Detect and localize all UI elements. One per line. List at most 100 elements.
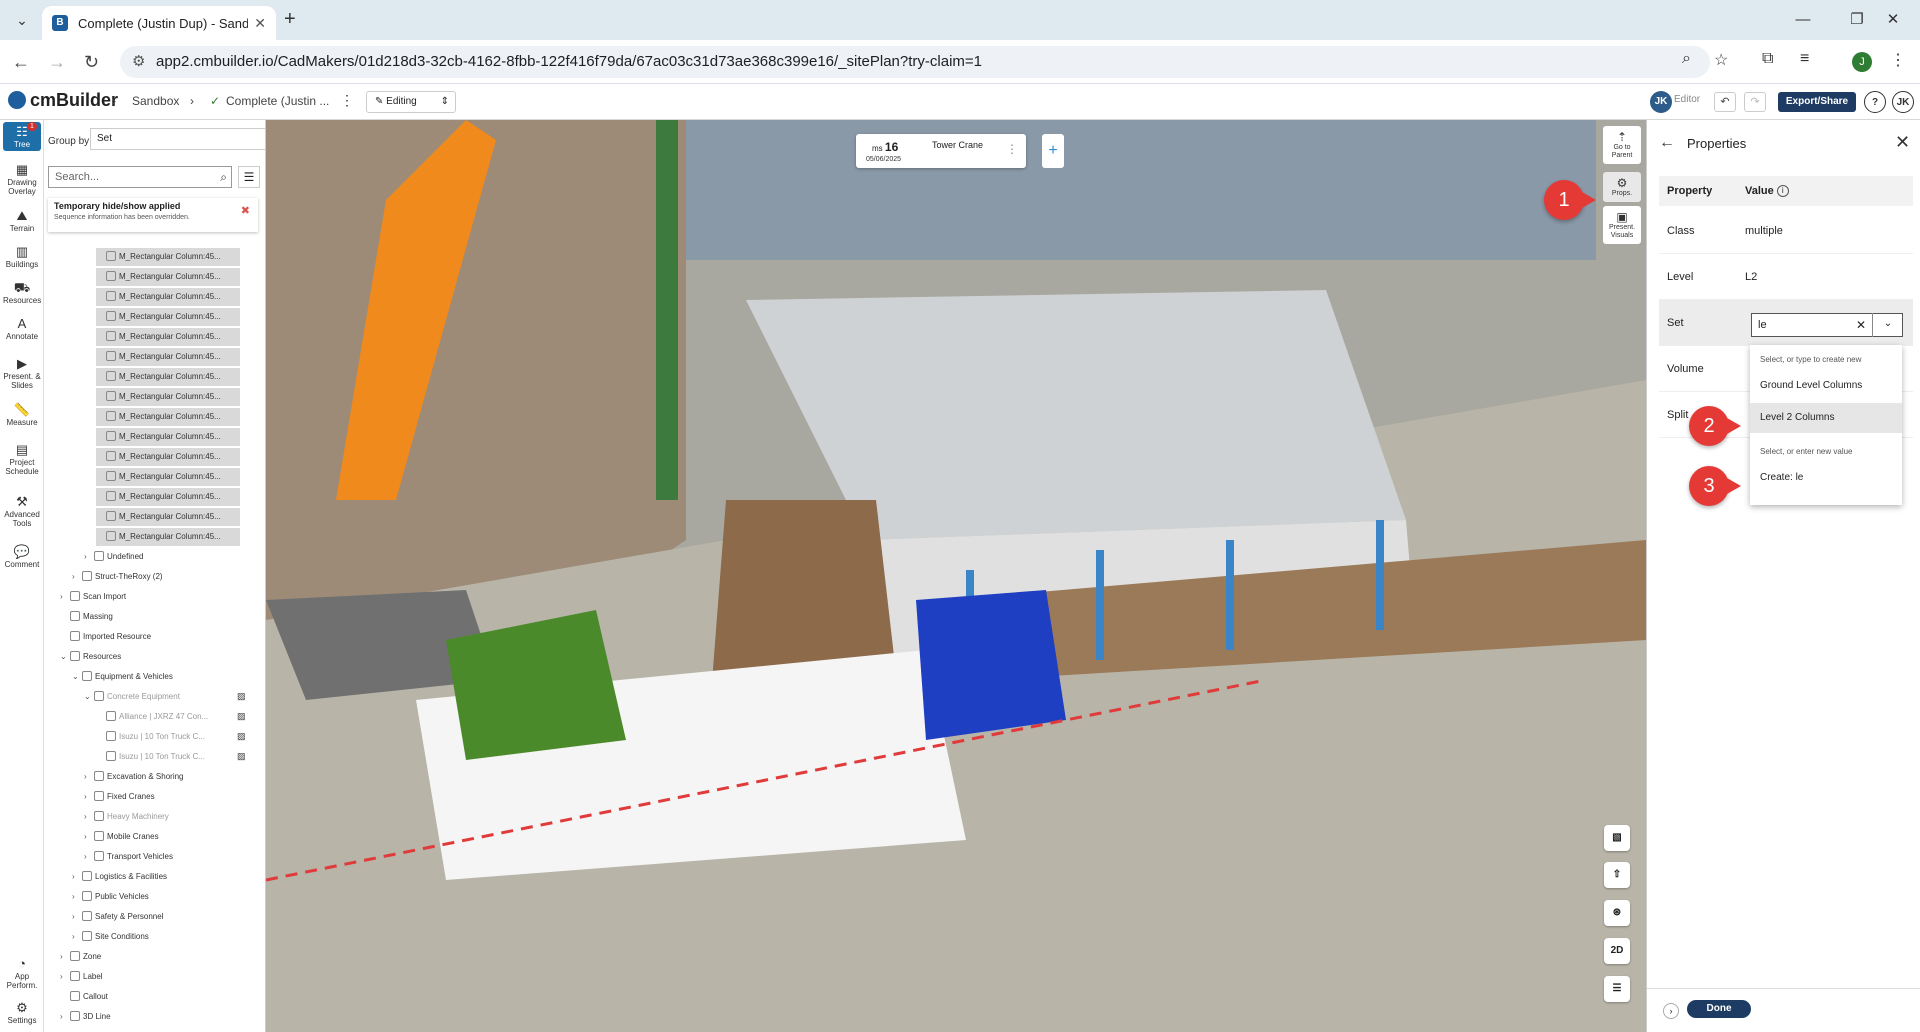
- tree-row[interactable]: › Heavy Machinery: [84, 808, 169, 826]
- visibility-toggle-icon[interactable]: ▨: [237, 731, 246, 742]
- tree-row[interactable]: › Struct-TheRoxy (2): [72, 568, 163, 586]
- rail-buildings[interactable]: ▥ Buildings: [3, 244, 41, 269]
- tree-search-input[interactable]: Search... ⌕: [48, 166, 232, 188]
- tree-row[interactable]: M_Rectangular Column:45...: [96, 428, 240, 446]
- visibility-toggle-icon[interactable]: ▨: [237, 751, 246, 762]
- rail-measure[interactable]: 📏 Measure: [3, 402, 41, 427]
- tree-row[interactable]: › Mobile Cranes: [84, 828, 159, 846]
- add-sequence-button[interactable]: +: [1042, 134, 1064, 168]
- tree-row[interactable]: M_Rectangular Column:45...: [96, 468, 240, 486]
- 2d-toggle-button[interactable]: 2D: [1604, 938, 1630, 964]
- url-field[interactable]: ⚙ app2.cmbuilder.io/CadMakers/01d218d3-3…: [120, 46, 1710, 78]
- group-by-select[interactable]: Set ⇕: [90, 128, 265, 150]
- bookmark-star-icon[interactable]: ☆: [1714, 50, 1728, 70]
- tree-row[interactable]: Massing: [60, 608, 113, 626]
- undo-icon[interactable]: ↶: [1714, 92, 1736, 112]
- tree-row[interactable]: › Fixed Cranes: [84, 788, 155, 806]
- tree-row[interactable]: M_Rectangular Column:45...: [96, 368, 240, 386]
- tree-row[interactable]: M_Rectangular Column:45...: [96, 348, 240, 366]
- tab-search-chevron-icon[interactable]: ⌄: [8, 8, 36, 32]
- browser-menu-icon[interactable]: ⋮: [1890, 50, 1906, 70]
- project-menu-icon[interactable]: ⋮: [340, 92, 354, 109]
- tree-chevron-icon[interactable]: ›: [84, 848, 94, 866]
- tree-row[interactable]: › Logistics & Facilities: [72, 868, 167, 886]
- notice-clear-icon[interactable]: ✖: [241, 204, 250, 217]
- tree-chevron-icon[interactable]: ›: [84, 808, 94, 826]
- tree-row[interactable]: M_Rectangular Column:45...: [96, 408, 240, 426]
- breadcrumb-sandbox[interactable]: Sandbox: [132, 94, 179, 108]
- tree-chevron-icon[interactable]: ⌄: [84, 688, 94, 706]
- tree-row[interactable]: M_Rectangular Column:45...: [96, 528, 240, 546]
- tree-chevron-icon[interactable]: ›: [84, 828, 94, 846]
- tree-row[interactable]: Isuzu | 10 Ton Truck C...: [96, 728, 205, 746]
- tree-chevron-icon[interactable]: ›: [72, 868, 82, 886]
- tree-row[interactable]: M_Rectangular Column:45...: [96, 268, 240, 286]
- tree-row[interactable]: M_Rectangular Column:45...: [96, 248, 240, 266]
- tree-row[interactable]: › Undefined: [84, 548, 143, 566]
- tree-chevron-icon[interactable]: ›: [72, 888, 82, 906]
- site-info-icon[interactable]: ⚙: [132, 46, 145, 78]
- option-level-2-columns[interactable]: Level 2 Columns: [1750, 403, 1902, 433]
- rail-comment[interactable]: 💬 Comment: [3, 544, 41, 569]
- tree-row[interactable]: ⌄ Equipment & Vehicles: [72, 668, 173, 686]
- tree-row[interactable]: › Excavation & Shoring: [84, 768, 184, 786]
- mode-select[interactable]: ✎ Editing ⇕: [366, 91, 456, 113]
- tree-row[interactable]: › Label: [60, 968, 103, 986]
- tree-row[interactable]: Imported Resource: [60, 628, 151, 646]
- rail-app-performance[interactable]: ◔ App Perform.: [3, 956, 41, 990]
- help-icon[interactable]: ?: [1864, 91, 1886, 113]
- browser-tab[interactable]: B Complete (Justin Dup) - Sandbo ✕: [42, 6, 276, 40]
- rail-annotate[interactable]: A Annotate: [3, 316, 41, 341]
- tree-row[interactable]: › 3D Line: [60, 1008, 111, 1026]
- back-arrow-icon[interactable]: ←: [1659, 134, 1675, 152]
- option-create-new[interactable]: Create: le: [1750, 463, 1902, 493]
- tree-chevron-icon[interactable]: ›: [72, 568, 82, 586]
- set-input[interactable]: le ✕ ⌄: [1751, 313, 1903, 337]
- forward-arrow-icon[interactable]: →: [48, 52, 66, 73]
- tree-chevron-icon[interactable]: ⌄: [60, 648, 70, 666]
- expand-chevron-icon[interactable]: ›: [1663, 1003, 1679, 1019]
- tree-row[interactable]: Alliance | JXRZ 47 Con...: [96, 708, 208, 726]
- rail-present-slides[interactable]: ▶ Present. & Slides: [3, 356, 41, 390]
- tree-row[interactable]: › Safety & Personnel: [72, 908, 163, 926]
- rail-terrain[interactable]: ⛰ Terrain: [3, 208, 41, 233]
- tree-row[interactable]: M_Rectangular Column:45...: [96, 488, 240, 506]
- map-toggle-icon[interactable]: ▧: [1604, 825, 1630, 851]
- rail-tree[interactable]: ☷ Tree 1: [3, 122, 41, 151]
- tree-row[interactable]: ⌄ Concrete Equipment: [84, 688, 180, 706]
- tree-row[interactable]: M_Rectangular Column:45...: [96, 288, 240, 306]
- user-avatar[interactable]: JK: [1650, 91, 1672, 113]
- tree-row[interactable]: Isuzu | 10 Ton Truck C...: [96, 748, 205, 766]
- tree-row[interactable]: › Public Vehicles: [72, 888, 149, 906]
- rail-advanced-tools[interactable]: ⚒ Advanced Tools: [3, 494, 41, 528]
- close-icon[interactable]: ✕: [1895, 132, 1910, 153]
- tree-chevron-icon[interactable]: ›: [84, 548, 94, 566]
- tree-chevron-icon[interactable]: ›: [60, 968, 70, 986]
- rail-drawing-overlay[interactable]: ▦ Drawing Overlay: [3, 162, 41, 196]
- visibility-toggle-icon[interactable]: ▨: [237, 691, 246, 702]
- tree-chevron-icon[interactable]: ›: [60, 948, 70, 966]
- rail-project-schedule[interactable]: ▤ Project Schedule: [3, 442, 41, 476]
- tree-row[interactable]: M_Rectangular Column:45...: [96, 508, 240, 526]
- media-icon[interactable]: ≡: [1800, 50, 1809, 68]
- tree-row[interactable]: M_Rectangular Column:45...: [96, 448, 240, 466]
- option-ground-level-columns[interactable]: Ground Level Columns: [1750, 371, 1902, 401]
- app-logo[interactable]: cmBuilder: [8, 90, 118, 111]
- tree-row[interactable]: M_Rectangular Column:45...: [96, 328, 240, 346]
- go-to-parent-button[interactable]: ⇡ Go to Parent: [1603, 126, 1641, 164]
- info-icon[interactable]: i: [1776, 185, 1789, 197]
- export-share-button[interactable]: Export/Share: [1778, 92, 1856, 112]
- tree-chevron-icon[interactable]: ›: [72, 928, 82, 946]
- extensions-icon[interactable]: ⧉: [1762, 50, 1773, 68]
- reload-icon[interactable]: ↻: [84, 52, 99, 73]
- tree-row[interactable]: ⌄ Resources: [60, 648, 121, 666]
- sequence-menu-icon[interactable]: ⋮: [1006, 142, 1018, 156]
- tree-chevron-icon[interactable]: ⌄: [72, 668, 82, 686]
- tree-chevron-icon[interactable]: ›: [60, 1008, 70, 1026]
- tree-row[interactable]: › Scan Import: [60, 588, 126, 606]
- tree-row[interactable]: › Transport Vehicles: [84, 848, 173, 866]
- props-button[interactable]: ⚙ Props.: [1603, 172, 1641, 202]
- zoom-icon[interactable]: ⌕: [1682, 50, 1691, 68]
- search-icon[interactable]: ⌕: [220, 167, 227, 187]
- tree-row[interactable]: M_Rectangular Column:45...: [96, 388, 240, 406]
